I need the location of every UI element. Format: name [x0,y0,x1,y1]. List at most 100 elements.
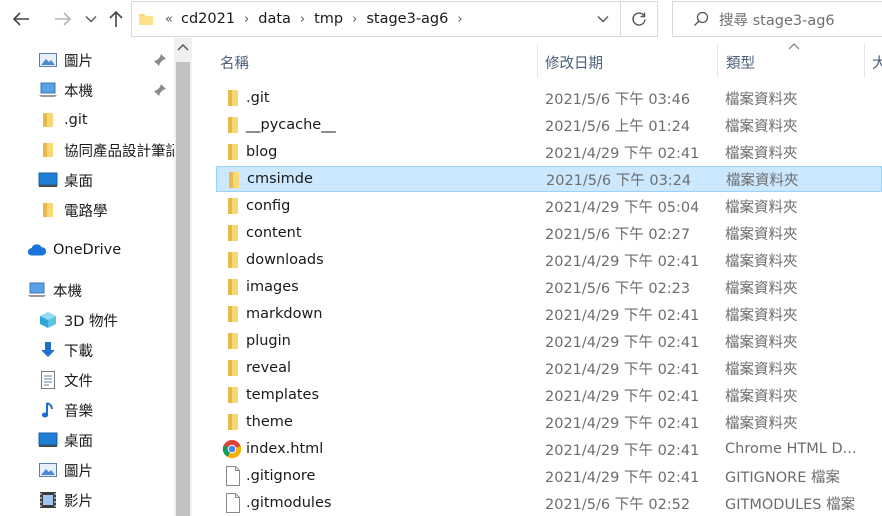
folder-icon [222,224,242,242]
breadcrumb-separator[interactable]: › [244,12,249,27]
address-bar[interactable]: « cd2021 › data › tmp › stage3-ag6 › [131,1,620,37]
up-button[interactable] [104,6,128,32]
file-row-reveal[interactable]: reveal 2021/4/29 下午 02:41 檔案資料夾 [216,355,882,381]
file-date: 2021/4/29 下午 02:41 [545,388,700,405]
file-row-images[interactable]: images 2021/5/6 下午 02:23 檔案資料夾 [216,274,882,300]
nav-item-label: 本機 [53,283,82,300]
scroll-up-icon[interactable] [177,42,189,52]
folder-icon [38,200,58,220]
nav-item-label: 本機 [64,83,93,100]
nav-item-label: OneDrive [53,242,122,258]
file-list: 名稱 修改日期 類型 大 .git 2021/5/6 下午 03:46 檔案資料夾 _… [200,38,882,516]
file-row-config[interactable]: config 2021/4/29 下午 05:04 檔案資料夾 [216,193,882,219]
file-date: 2021/4/29 下午 02:41 [545,253,700,270]
nav-item-downloads[interactable]: 下載 [0,335,174,365]
file-row-pycache[interactable]: __pycache__ 2021/5/6 上午 01:24 檔案資料夾 [216,112,882,138]
nav-item-label: 桌面 [64,173,93,190]
folder-icon [222,332,242,350]
file-name: content [246,225,302,241]
nav-item-git[interactable]: .git [0,105,174,135]
file-row-blog[interactable]: blog 2021/4/29 下午 02:41 檔案資料夾 [216,139,882,165]
folder-icon [222,278,242,296]
file-row-cmsimde[interactable]: cmsimde 2021/5/6 下午 03:24 檔案資料夾 [216,166,882,192]
nav-item-this-pc[interactable]: 本機 [0,275,174,305]
file-type: 檔案資料夾 [725,118,798,135]
file-row-plugin[interactable]: plugin 2021/4/29 下午 02:41 檔案資料夾 [216,328,882,354]
search-box[interactable]: 搜尋 stage3-ag6 [672,1,882,37]
recent-locations-button[interactable] [82,6,100,32]
nav-item-3d-objects[interactable]: 3D 物件 [0,305,174,335]
file-row-theme[interactable]: theme 2021/4/29 下午 02:41 檔案資料夾 [216,409,882,435]
file-row-markdown[interactable]: markdown 2021/4/29 下午 02:41 檔案資料夾 [216,301,882,327]
back-button[interactable] [8,6,34,32]
search-placeholder[interactable]: 搜尋 stage3-ag6 [719,9,835,30]
pin-icon[interactable] [153,53,167,67]
nav-item-desktop[interactable]: 桌面 [0,425,174,455]
documents-icon [38,370,58,390]
pin-icon[interactable] [153,83,167,97]
nav-item-music[interactable]: 音樂 [0,395,174,425]
file-date: 2021/4/29 下午 02:41 [545,334,700,351]
refresh-button[interactable] [620,1,658,37]
folder-icon [222,143,242,161]
breadcrumb-data[interactable]: data [258,11,291,27]
nav-item-collab-design-notes[interactable]: 協同產品設計筆記 [0,135,174,165]
nav-item-videos[interactable]: 影片 [0,485,174,515]
column-header-name[interactable]: 名稱 [220,52,249,73]
column-divider[interactable] [864,44,865,78]
file-name: templates [246,387,320,403]
breadcrumb-separator[interactable]: › [352,12,357,27]
nav-item-pictures[interactable]: 圖片 [0,455,174,485]
forward-button[interactable] [50,6,76,32]
nav-item-circuits[interactable]: 電路學 [0,195,174,225]
3d-objects-icon [38,310,58,330]
folder-icon [222,413,242,431]
nav-item-desktop-quick[interactable]: 桌面 [0,165,174,195]
file-icon [225,466,245,486]
column-header-size[interactable]: 大 [872,52,882,73]
file-name: __pycache__ [246,117,336,133]
file-row-gitmodules[interactable]: .gitmodules 2021/5/6 下午 02:52 GITMODULES 檔… [216,490,882,516]
nav-scrollbar-thumb[interactable] [176,62,190,516]
file-row-gitignore[interactable]: .gitignore 2021/4/29 下午 02:41 GITIGNORE 檔案 [216,463,882,489]
address-history-dropdown-icon[interactable] [596,12,610,26]
file-row-index-html[interactable]: index.html 2021/4/29 下午 02:41 Chrome HTML … [216,436,882,462]
desktop-icon [38,170,58,190]
column-header-type[interactable]: 類型 [726,52,755,73]
column-headers: 名稱 修改日期 類型 大 [200,38,882,84]
breadcrumb-separator[interactable]: › [457,12,462,27]
file-type: 檔案資料夾 [725,253,798,270]
nav-item-this-pc-quick[interactable]: 本機 [0,75,174,105]
file-type: 檔案資料夾 [725,226,798,243]
file-row-content[interactable]: content 2021/5/6 下午 02:27 檔案資料夾 [216,220,882,246]
breadcrumb-overflow[interactable]: « [165,12,173,27]
file-type: 檔案資料夾 [725,91,798,108]
nav-item-label: 影片 [64,493,93,510]
music-icon [38,400,58,420]
breadcrumb-separator[interactable]: › [300,12,305,27]
column-divider[interactable] [717,44,718,78]
folder-icon [222,386,242,404]
downloads-icon [38,340,58,360]
nav-item-onedrive[interactable]: OneDrive [0,235,174,265]
navigation-pane: 圖片 本機 .git 協同產品設計筆記 桌面 電路學 OneDrive 本機 3… [0,38,192,516]
file-name: plugin [246,333,291,349]
breadcrumb-cd2021[interactable]: cd2021 [181,11,235,27]
nav-item-label: 圖片 [64,463,93,480]
nav-item-pictures-quick[interactable]: 圖片 [0,45,174,75]
file-date: 2021/5/6 下午 03:46 [545,91,691,108]
nav-item-label: 協同產品設計筆記 [64,143,174,160]
column-header-date[interactable]: 修改日期 [545,52,603,73]
file-row-templates[interactable]: templates 2021/4/29 下午 02:41 檔案資料夾 [216,382,882,408]
file-row-git[interactable]: .git 2021/5/6 下午 03:46 檔案資料夾 [216,85,882,111]
breadcrumb-tmp[interactable]: tmp [314,11,343,27]
file-name: config [246,198,291,214]
column-divider[interactable] [537,44,538,78]
file-name: theme [246,414,293,430]
folder-icon [222,89,242,107]
file-type: 檔案資料夾 [725,307,798,324]
nav-item-documents[interactable]: 文件 [0,365,174,395]
breadcrumb-stage3-ag6[interactable]: stage3-ag6 [366,11,448,27]
nav-scrollbar[interactable] [174,38,192,516]
file-row-downloads[interactable]: downloads 2021/4/29 下午 02:41 檔案資料夾 [216,247,882,273]
